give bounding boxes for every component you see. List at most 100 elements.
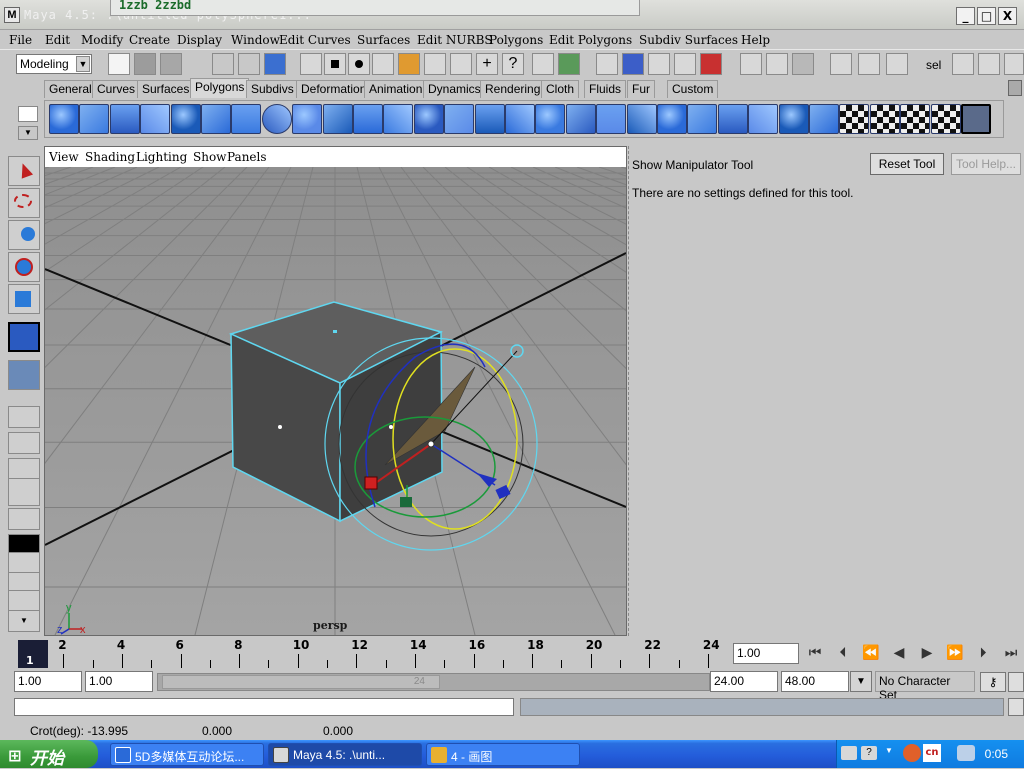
poly-cube-icon[interactable] bbox=[79, 104, 110, 134]
highlight-selection-icon[interactable] bbox=[558, 53, 580, 75]
character-set-menu[interactable]: No Character Set bbox=[875, 671, 975, 702]
menu-edit-curves[interactable]: Edit Curves bbox=[279, 33, 351, 47]
tab-general[interactable]: General bbox=[44, 80, 97, 98]
poly-pipe-icon[interactable] bbox=[231, 104, 262, 134]
render-globals-icon[interactable] bbox=[886, 53, 908, 75]
chevron-down-icon[interactable]: ▼ bbox=[850, 671, 872, 692]
step-forward-frame-icon[interactable]: ⏵ bbox=[971, 643, 995, 664]
trash-icon[interactable] bbox=[1008, 80, 1022, 96]
new-scene-icon[interactable] bbox=[108, 53, 130, 75]
menu-window[interactable]: Window bbox=[231, 33, 280, 47]
tab-fluids[interactable]: Fluids bbox=[584, 80, 627, 98]
outliner-persp-layout-icon[interactable] bbox=[8, 478, 40, 506]
viewport-menu-panels[interactable]: Panels bbox=[227, 150, 267, 164]
four-view-persp-layout-icon[interactable] bbox=[8, 458, 40, 480]
maya-app-icon[interactable]: M bbox=[4, 7, 20, 23]
tab-polygons[interactable]: Polygons bbox=[190, 78, 250, 98]
snap-view-plane-icon[interactable] bbox=[674, 53, 696, 75]
menu-edit-nurbs[interactable]: Edit NURBS bbox=[417, 33, 493, 47]
select-component-icon[interactable] bbox=[264, 53, 286, 75]
menu-edit-polygons[interactable]: Edit Polygons bbox=[549, 33, 632, 47]
auto-key-icon[interactable]: ⚷ bbox=[980, 672, 1006, 692]
poly-soccer-icon[interactable] bbox=[292, 104, 323, 134]
tab-subdivs[interactable]: Subdivs bbox=[246, 80, 299, 98]
viewport-menu-lighting[interactable]: Lighting bbox=[136, 150, 187, 164]
soften-icon[interactable] bbox=[748, 104, 779, 134]
maximize-button[interactable]: □ bbox=[977, 7, 996, 25]
graph-persp-layout-icon[interactable] bbox=[8, 590, 40, 612]
script-editor-icon[interactable] bbox=[1008, 698, 1024, 716]
channel-box-toggle-icon[interactable] bbox=[952, 53, 974, 75]
animation-preferences-icon[interactable] bbox=[1008, 672, 1024, 692]
tab-curves[interactable]: Curves bbox=[92, 80, 141, 98]
extrude-edge-icon[interactable] bbox=[474, 104, 505, 134]
append-polygon-icon[interactable] bbox=[353, 104, 383, 134]
poly-torus-icon[interactable] bbox=[201, 104, 231, 134]
filter-surfaces-icon[interactable] bbox=[372, 53, 394, 75]
quadrangulate-icon[interactable] bbox=[687, 104, 718, 134]
menu-modify[interactable]: Modify bbox=[81, 33, 123, 47]
viewport-canvas[interactable]: y x z bbox=[45, 167, 626, 635]
command-line-input[interactable] bbox=[14, 698, 514, 716]
poly-cylinder-icon[interactable] bbox=[109, 104, 140, 134]
playback-end-field[interactable]: 24.00 bbox=[710, 671, 778, 692]
cylindrical-mapping-icon[interactable] bbox=[839, 104, 870, 134]
merge-vertices-icon[interactable] bbox=[535, 104, 566, 134]
selection-constraint-icon[interactable] bbox=[961, 104, 991, 134]
spherical-mapping-icon[interactable] bbox=[869, 104, 900, 134]
filter-rendering-icon[interactable] bbox=[450, 53, 472, 75]
filter-handles-icon[interactable] bbox=[300, 53, 322, 75]
current-frame-marker[interactable]: 1 bbox=[18, 640, 48, 668]
tab-cloth[interactable]: Cloth bbox=[541, 80, 580, 98]
filter-deformations-icon[interactable] bbox=[398, 53, 420, 75]
start-time-field[interactable]: 1.00 bbox=[14, 671, 82, 692]
shelf-editor-button[interactable] bbox=[18, 106, 38, 122]
viewport-panel[interactable]: View Shading Lighting Show Panels y x z … bbox=[44, 146, 627, 636]
poly-plane-icon[interactable] bbox=[170, 104, 201, 134]
select-hierarchy-icon[interactable] bbox=[212, 53, 234, 75]
network-icon[interactable] bbox=[957, 745, 975, 761]
poly-sphere-icon[interactable] bbox=[49, 104, 79, 134]
play-backwards-icon[interactable]: ◀ bbox=[887, 643, 911, 664]
tab-custom[interactable]: Custom bbox=[667, 80, 719, 98]
menu-create[interactable]: Create bbox=[129, 33, 170, 47]
go-to-start-icon[interactable]: ⏮ bbox=[803, 643, 827, 664]
plus-icon[interactable]: + bbox=[476, 53, 498, 75]
lasso-tool-icon[interactable] bbox=[8, 188, 40, 218]
menu-display[interactable]: Display bbox=[177, 33, 222, 47]
select-tool-icon[interactable] bbox=[8, 156, 40, 186]
snap-point-icon[interactable] bbox=[648, 53, 670, 75]
extrude-face-icon[interactable] bbox=[444, 104, 475, 134]
smooth-icon[interactable] bbox=[626, 104, 657, 134]
rotate-tool-icon[interactable] bbox=[8, 252, 40, 282]
filter-curves-icon[interactable] bbox=[348, 53, 370, 75]
viewport-menu-show[interactable]: Show bbox=[193, 150, 226, 164]
construction-history-icon[interactable] bbox=[792, 53, 814, 75]
go-to-end-icon[interactable]: ⏭ bbox=[999, 643, 1023, 664]
viewport-menu-shading[interactable]: Shading bbox=[85, 150, 135, 164]
viewport-menu-view[interactable]: View bbox=[49, 150, 79, 164]
reverse-icon[interactable] bbox=[717, 104, 748, 134]
tool-settings-toggle-icon[interactable] bbox=[1004, 53, 1024, 75]
keyboard-icon[interactable] bbox=[841, 746, 857, 760]
four-view-layout-icon[interactable] bbox=[8, 432, 40, 454]
question-icon[interactable]: ? bbox=[502, 53, 524, 75]
range-slider-handle[interactable]: 24 bbox=[162, 675, 440, 689]
time-slider[interactable]: 2 4 6 8 10 12 14 16 18 20 22 24 bbox=[14, 638, 730, 670]
tab-deformation[interactable]: Deformation bbox=[296, 80, 372, 98]
poly-platonic-icon[interactable] bbox=[322, 104, 353, 134]
filter-dynamics-icon[interactable] bbox=[424, 53, 446, 75]
menu-set-dropdown[interactable]: Modeling ▼ bbox=[16, 54, 92, 74]
ime-logo-icon[interactable] bbox=[903, 744, 921, 762]
separate-icon[interactable] bbox=[596, 104, 627, 134]
save-scene-icon[interactable] bbox=[160, 53, 182, 75]
start-button[interactable]: ⊞ 开始 bbox=[0, 740, 98, 769]
menu-edit[interactable]: Edit bbox=[45, 33, 70, 47]
persp-graph-layout-icon[interactable] bbox=[8, 508, 40, 530]
menu-polygons[interactable]: Polygons bbox=[489, 33, 543, 47]
tab-animation[interactable]: Animation bbox=[364, 80, 428, 98]
step-back-frame-icon[interactable]: ⏴ bbox=[831, 643, 855, 664]
step-forward-key-icon[interactable]: ⏩ bbox=[943, 643, 967, 664]
attribute-editor-toggle-icon[interactable] bbox=[978, 53, 1000, 75]
taskbar-item-paint[interactable]: 4 - 画图 bbox=[426, 743, 580, 766]
